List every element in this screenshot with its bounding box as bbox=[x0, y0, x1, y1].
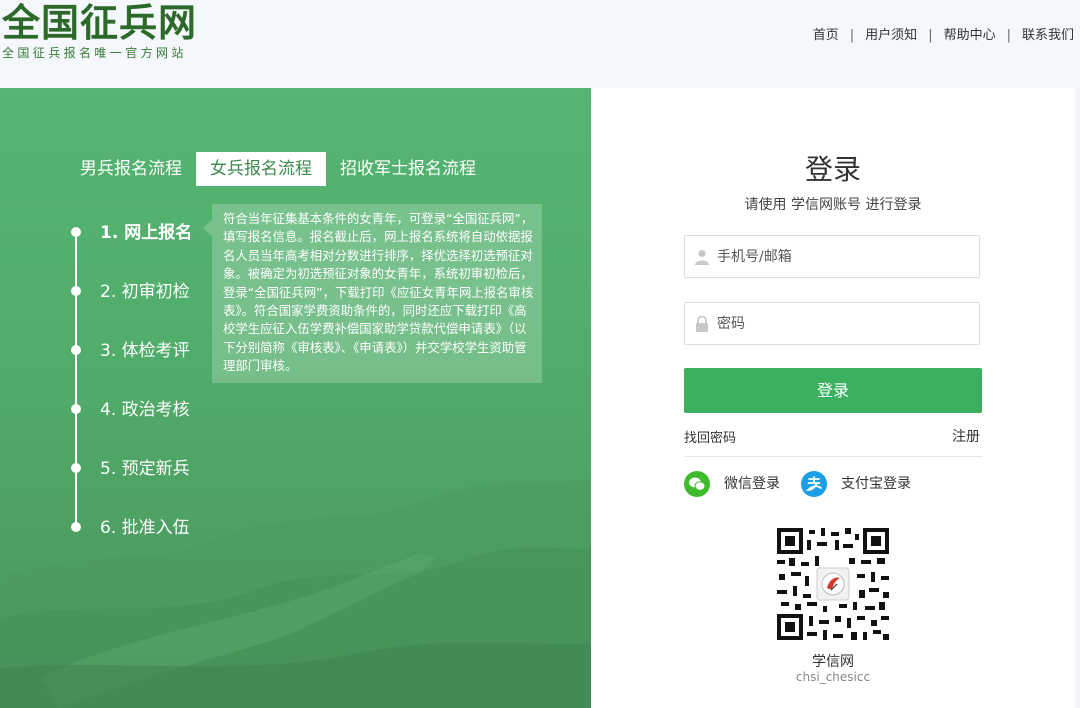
step-dot bbox=[71, 463, 81, 473]
process-panel: 男兵报名流程 女兵报名流程 招收军士报名流程 1. 网上报名 2. 初审初检 3. … bbox=[0, 88, 591, 708]
process-tabs: 男兵报名流程 女兵报名流程 招收军士报名流程 bbox=[66, 152, 490, 186]
tab-nco-process[interactable]: 招收军士报名流程 bbox=[326, 152, 490, 186]
top-navigation: 首页 | 用户须知 | 帮助中心 | 联系我们 bbox=[813, 24, 1074, 43]
nav-contact-us[interactable]: 联系我们 bbox=[1022, 28, 1074, 43]
great-wall-background bbox=[0, 478, 591, 708]
step-label: 1. 网上报名 bbox=[100, 223, 193, 243]
step-online-registration[interactable]: 1. 网上报名 bbox=[69, 218, 192, 243]
step-preliminary-review[interactable]: 2. 初审初检 bbox=[69, 277, 190, 302]
nav-separator: | bbox=[1006, 28, 1011, 43]
step-info-tooltip: 符合当年征集基本条件的女青年，可登录“全国征兵网”，填写报名信息。报名截止后，网… bbox=[203, 204, 542, 383]
wechat-login-button[interactable]: 微信登录 bbox=[684, 471, 780, 497]
username-field[interactable] bbox=[684, 235, 980, 278]
lock-icon bbox=[695, 315, 709, 336]
nav-help-center[interactable]: 帮助中心 bbox=[944, 28, 996, 43]
qr-code-icon[interactable] bbox=[777, 528, 889, 640]
login-divider bbox=[684, 456, 982, 457]
password-input[interactable] bbox=[717, 303, 967, 344]
username-input[interactable] bbox=[717, 236, 967, 277]
step-label: 2. 初审初检 bbox=[100, 282, 190, 302]
wechat-icon bbox=[684, 471, 710, 497]
nav-separator: | bbox=[928, 28, 933, 43]
nav-separator: | bbox=[849, 28, 855, 43]
login-subtitle: 请使用 学信网账号 进行登录 bbox=[744, 197, 922, 213]
logo-title: 全国征兵网 bbox=[2, 1, 198, 45]
tab-female-process[interactable]: 女兵报名流程 bbox=[196, 152, 326, 186]
step-dot bbox=[71, 227, 81, 237]
step-approval[interactable]: 6. 批准入伍 bbox=[69, 513, 190, 538]
step-physical-exam[interactable]: 3. 体检考评 bbox=[69, 336, 190, 361]
alipay-icon bbox=[801, 471, 827, 497]
step-label: 3. 体检考评 bbox=[100, 341, 190, 361]
step-dot bbox=[71, 345, 81, 355]
step-dot bbox=[71, 404, 81, 414]
step-dot bbox=[71, 522, 81, 532]
step-political-review[interactable]: 4. 政治考核 bbox=[69, 395, 190, 420]
qr-caption: 学信网 bbox=[812, 654, 854, 670]
login-panel: 登录 请使用 学信网账号 进行登录 登录 找回密码 注册 微信登录 支付宝登录 bbox=[591, 88, 1075, 708]
logo-subtitle: 全国征兵报名唯一官方网站 bbox=[2, 46, 187, 60]
wechat-login-label: 微信登录 bbox=[724, 476, 780, 492]
site-logo[interactable]: 全国征兵网 全国征兵报名唯一官方网站 bbox=[2, 0, 197, 60]
nav-user-notice[interactable]: 用户须知 bbox=[865, 28, 917, 43]
step-dot bbox=[71, 286, 81, 296]
nav-home[interactable]: 首页 bbox=[813, 28, 839, 43]
step-pre-selection[interactable]: 5. 预定新兵 bbox=[69, 454, 190, 479]
alipay-login-label: 支付宝登录 bbox=[841, 476, 911, 492]
user-icon bbox=[695, 249, 709, 269]
site-header: 全国征兵网 全国征兵报名唯一官方网站 首页 | 用户须知 | 帮助中心 | 联系我们 bbox=[0, 0, 1080, 88]
register-link[interactable]: 注册 bbox=[952, 426, 980, 446]
password-field[interactable] bbox=[684, 302, 980, 345]
step-label: 6. 批准入伍 bbox=[100, 518, 190, 538]
tab-male-process[interactable]: 男兵报名流程 bbox=[66, 152, 196, 186]
forgot-password-link[interactable]: 找回密码 bbox=[684, 427, 736, 446]
qr-subcaption: chsi_chesicc bbox=[795, 670, 871, 684]
login-button[interactable]: 登录 bbox=[684, 368, 982, 413]
alipay-login-button[interactable]: 支付宝登录 bbox=[801, 471, 911, 497]
step-label: 5. 预定新兵 bbox=[100, 459, 190, 479]
step-label: 4. 政治考核 bbox=[100, 400, 190, 420]
login-title: 登录 bbox=[804, 153, 861, 186]
